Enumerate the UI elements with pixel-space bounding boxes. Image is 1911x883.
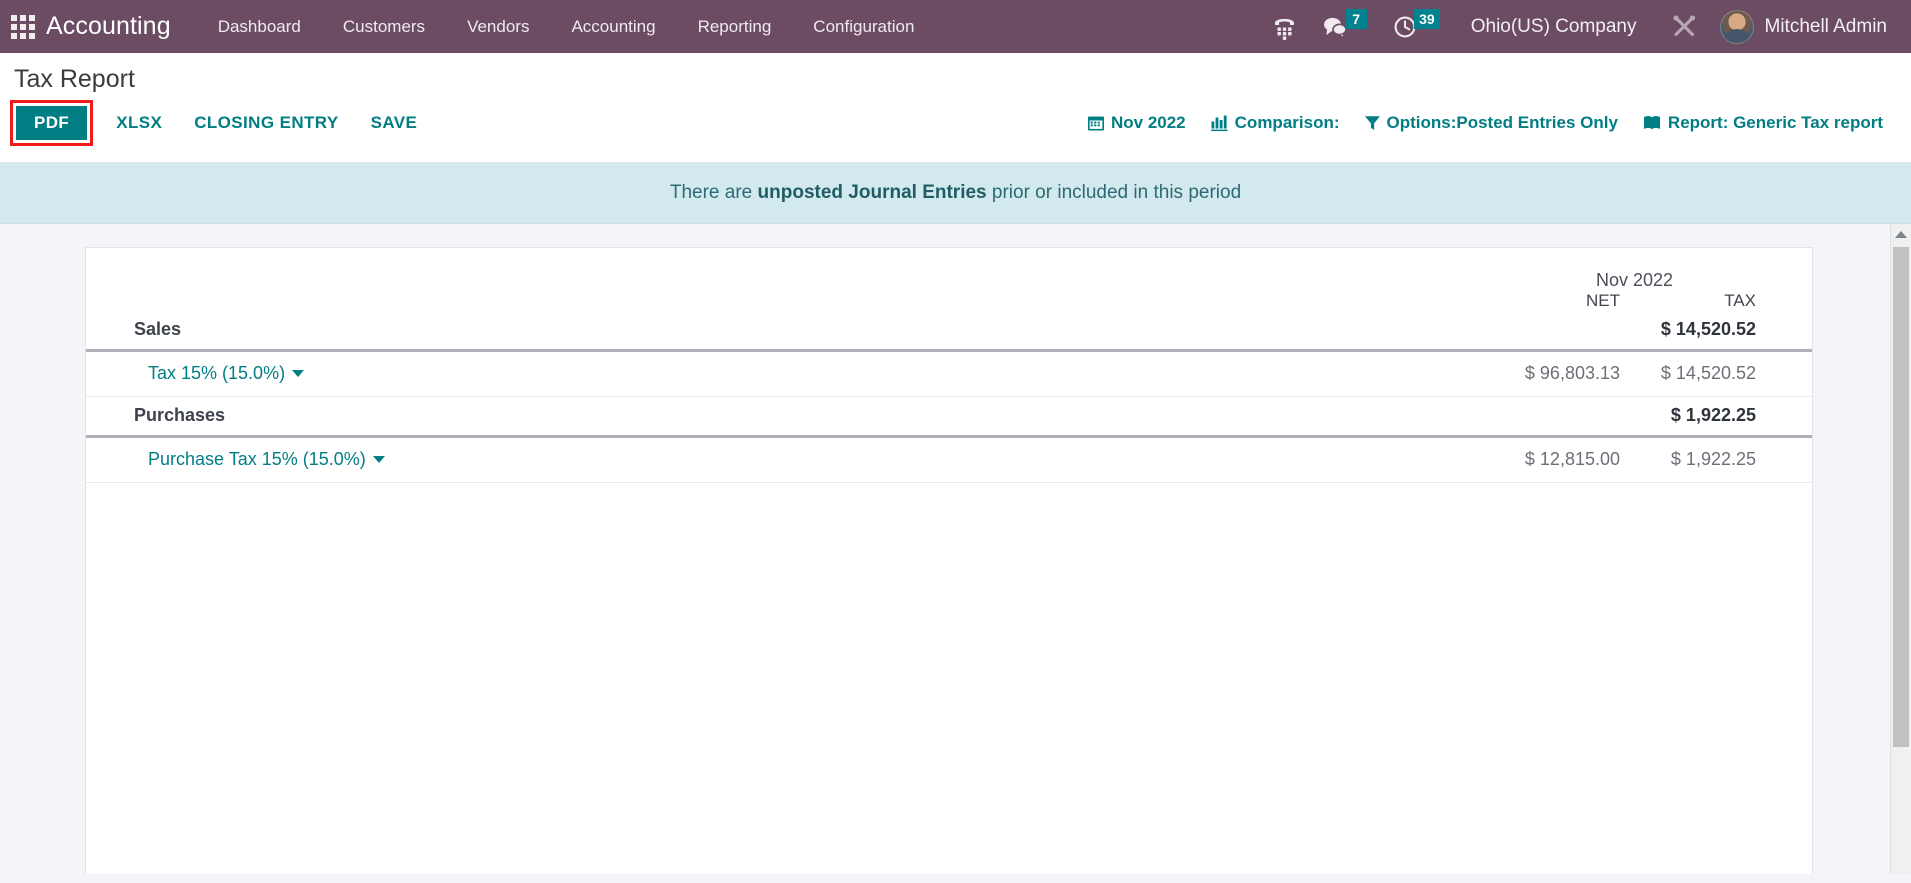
- options-filter-label: Options:Posted Entries Only: [1386, 113, 1618, 133]
- pdf-button[interactable]: PDF: [16, 106, 88, 141]
- row-tax-tax15: $ 14,520.52: [1642, 350, 1812, 398]
- chevron-up-icon: [1895, 231, 1907, 239]
- scroll-up-button[interactable]: [1891, 224, 1911, 246]
- row-tax-sales: $ 14,520.52: [1642, 311, 1812, 353]
- row-net-tax15: $ 96,803.13: [1457, 350, 1642, 398]
- column-header-net: NET: [1586, 291, 1620, 311]
- comparison-filter[interactable]: Comparison:: [1202, 107, 1348, 139]
- purchase-tax-15-link[interactable]: Purchase Tax 15% (15.0%): [148, 449, 385, 470]
- unposted-entries-alert: There are unposted Journal Entries prior…: [0, 163, 1911, 225]
- menu-item-reporting[interactable]: Reporting: [677, 0, 793, 53]
- control-panel-row: PDF XLSX CLOSING ENTRY SAVE Nov 2022 Com…: [0, 100, 1911, 162]
- dialpad-phone-icon: [1275, 18, 1295, 40]
- purchase-tax-15-label: Purchase Tax 15% (15.0%): [148, 449, 366, 470]
- row-net-purchases: [1457, 396, 1642, 439]
- messages-count-badge: 7: [1345, 9, 1368, 29]
- pdf-button-highlight: PDF: [10, 100, 94, 147]
- tax-15-link[interactable]: Tax 15% (15.0%): [148, 363, 305, 384]
- user-menu[interactable]: Mitchell Admin: [1714, 9, 1902, 44]
- row-label-purchase-tax15: Purchase Tax 15% (15.0%): [86, 436, 1457, 484]
- activities-count-badge: 39: [1414, 9, 1440, 29]
- chevron-down-icon[interactable]: [292, 370, 305, 378]
- row-net-purchase-tax15: $ 12,815.00: [1457, 436, 1642, 484]
- period-header-row: Nov 2022: [86, 270, 1812, 291]
- comparison-filter-label: Comparison:: [1234, 113, 1340, 133]
- book-icon: [1643, 116, 1660, 130]
- row-label-sales: Sales: [86, 311, 1457, 353]
- table-row[interactable]: Purchase Tax 15% (15.0%) $ 12,815.00 $ 1…: [86, 436, 1812, 484]
- empty-header-cell-2: [86, 291, 1457, 311]
- main-menu: Dashboard Customers Vendors Accounting R…: [197, 0, 936, 53]
- menu-item-dashboard[interactable]: Dashboard: [197, 0, 322, 53]
- vertical-scrollbar[interactable]: [1890, 224, 1911, 875]
- control-panel: Tax Report PDF XLSX CLOSING ENTRY SAVE N…: [0, 53, 1911, 164]
- tools-button[interactable]: [1655, 13, 1714, 40]
- navbar-right-group: 7 39 Ohio(US) Company Mitchell Admin: [1259, 0, 1911, 53]
- row-net-sales: [1457, 311, 1642, 353]
- tools-wrench-screwdriver-icon: [1672, 15, 1695, 37]
- page-title: Tax Report: [14, 65, 135, 93]
- menu-item-vendors[interactable]: Vendors: [446, 0, 550, 53]
- app-brand-name[interactable]: Accounting: [46, 12, 197, 41]
- menu-item-accounting[interactable]: Accounting: [550, 0, 676, 53]
- table-row[interactable]: Tax 15% (15.0%) $ 96,803.13 $ 14,520.52: [86, 350, 1812, 398]
- tax-report-card: Nov 2022 NET TAX Sales $ 14,520.52 Tax 1…: [85, 247, 1813, 875]
- top-navbar: Accounting Dashboard Customers Vendors A…: [0, 0, 1911, 53]
- menu-item-configuration[interactable]: Configuration: [792, 0, 935, 53]
- messages-button[interactable]: 7: [1310, 0, 1380, 53]
- save-button[interactable]: SAVE: [355, 103, 434, 143]
- menu-item-customers[interactable]: Customers: [322, 0, 446, 53]
- date-filter[interactable]: Nov 2022: [1079, 107, 1194, 139]
- dialpad-phone-button[interactable]: [1259, 0, 1310, 53]
- column-header-tax: TAX: [1724, 291, 1756, 311]
- user-avatar: [1719, 9, 1754, 44]
- row-tax-purchases: $ 1,922.25: [1642, 396, 1812, 439]
- options-filter[interactable]: Options:Posted Entries Only: [1356, 107, 1626, 139]
- xlsx-button[interactable]: XLSX: [100, 103, 178, 143]
- calendar-icon: [1087, 116, 1104, 131]
- apps-menu-button[interactable]: [0, 0, 46, 53]
- row-label-purchases: Purchases: [86, 396, 1457, 439]
- activities-button[interactable]: 39: [1380, 0, 1453, 53]
- alert-suffix: prior or included in this period: [986, 182, 1242, 204]
- export-buttons-group: PDF XLSX CLOSING ENTRY SAVE: [10, 100, 434, 147]
- alert-bold-text: unposted Journal Entries: [757, 182, 987, 204]
- tax-15-label: Tax 15% (15.0%): [148, 363, 286, 384]
- column-header-row: NET TAX: [86, 291, 1812, 311]
- scrollbar-thumb[interactable]: [1893, 247, 1909, 748]
- empty-header-cell: [86, 270, 1457, 291]
- tax-report-table: Nov 2022 NET TAX Sales $ 14,520.52 Tax 1…: [86, 270, 1812, 484]
- date-filter-label: Nov 2022: [1110, 113, 1186, 133]
- user-name-label: Mitchell Admin: [1764, 15, 1888, 37]
- table-body: Sales $ 14,520.52 Tax 15% (15.0%) $ 96,8…: [86, 311, 1812, 484]
- company-switcher[interactable]: Ohio(US) Company: [1453, 16, 1655, 38]
- alert-prefix: There are: [669, 182, 758, 204]
- funnel-filter-icon: [1364, 116, 1380, 131]
- table-row[interactable]: Sales $ 14,520.52: [86, 311, 1812, 353]
- period-header: Nov 2022: [1595, 270, 1674, 291]
- table-head: Nov 2022 NET TAX: [86, 270, 1812, 311]
- row-tax-purchase-tax15: $ 1,922.25: [1642, 436, 1812, 484]
- report-filter-label: Report: Generic Tax report: [1667, 113, 1883, 133]
- content-area: Nov 2022 NET TAX Sales $ 14,520.52 Tax 1…: [0, 224, 1911, 875]
- row-label-tax15: Tax 15% (15.0%): [86, 350, 1457, 398]
- apps-grid-icon: [11, 14, 35, 39]
- chevron-down-icon[interactable]: [372, 456, 385, 464]
- closing-entry-button[interactable]: CLOSING ENTRY: [178, 103, 354, 143]
- table-row[interactable]: Purchases $ 1,922.25: [86, 396, 1812, 439]
- report-filter[interactable]: Report: Generic Tax report: [1634, 107, 1891, 139]
- bar-chart-icon: [1210, 115, 1228, 132]
- report-filters: Nov 2022 Comparison: Options:Posted Entr…: [1079, 107, 1891, 139]
